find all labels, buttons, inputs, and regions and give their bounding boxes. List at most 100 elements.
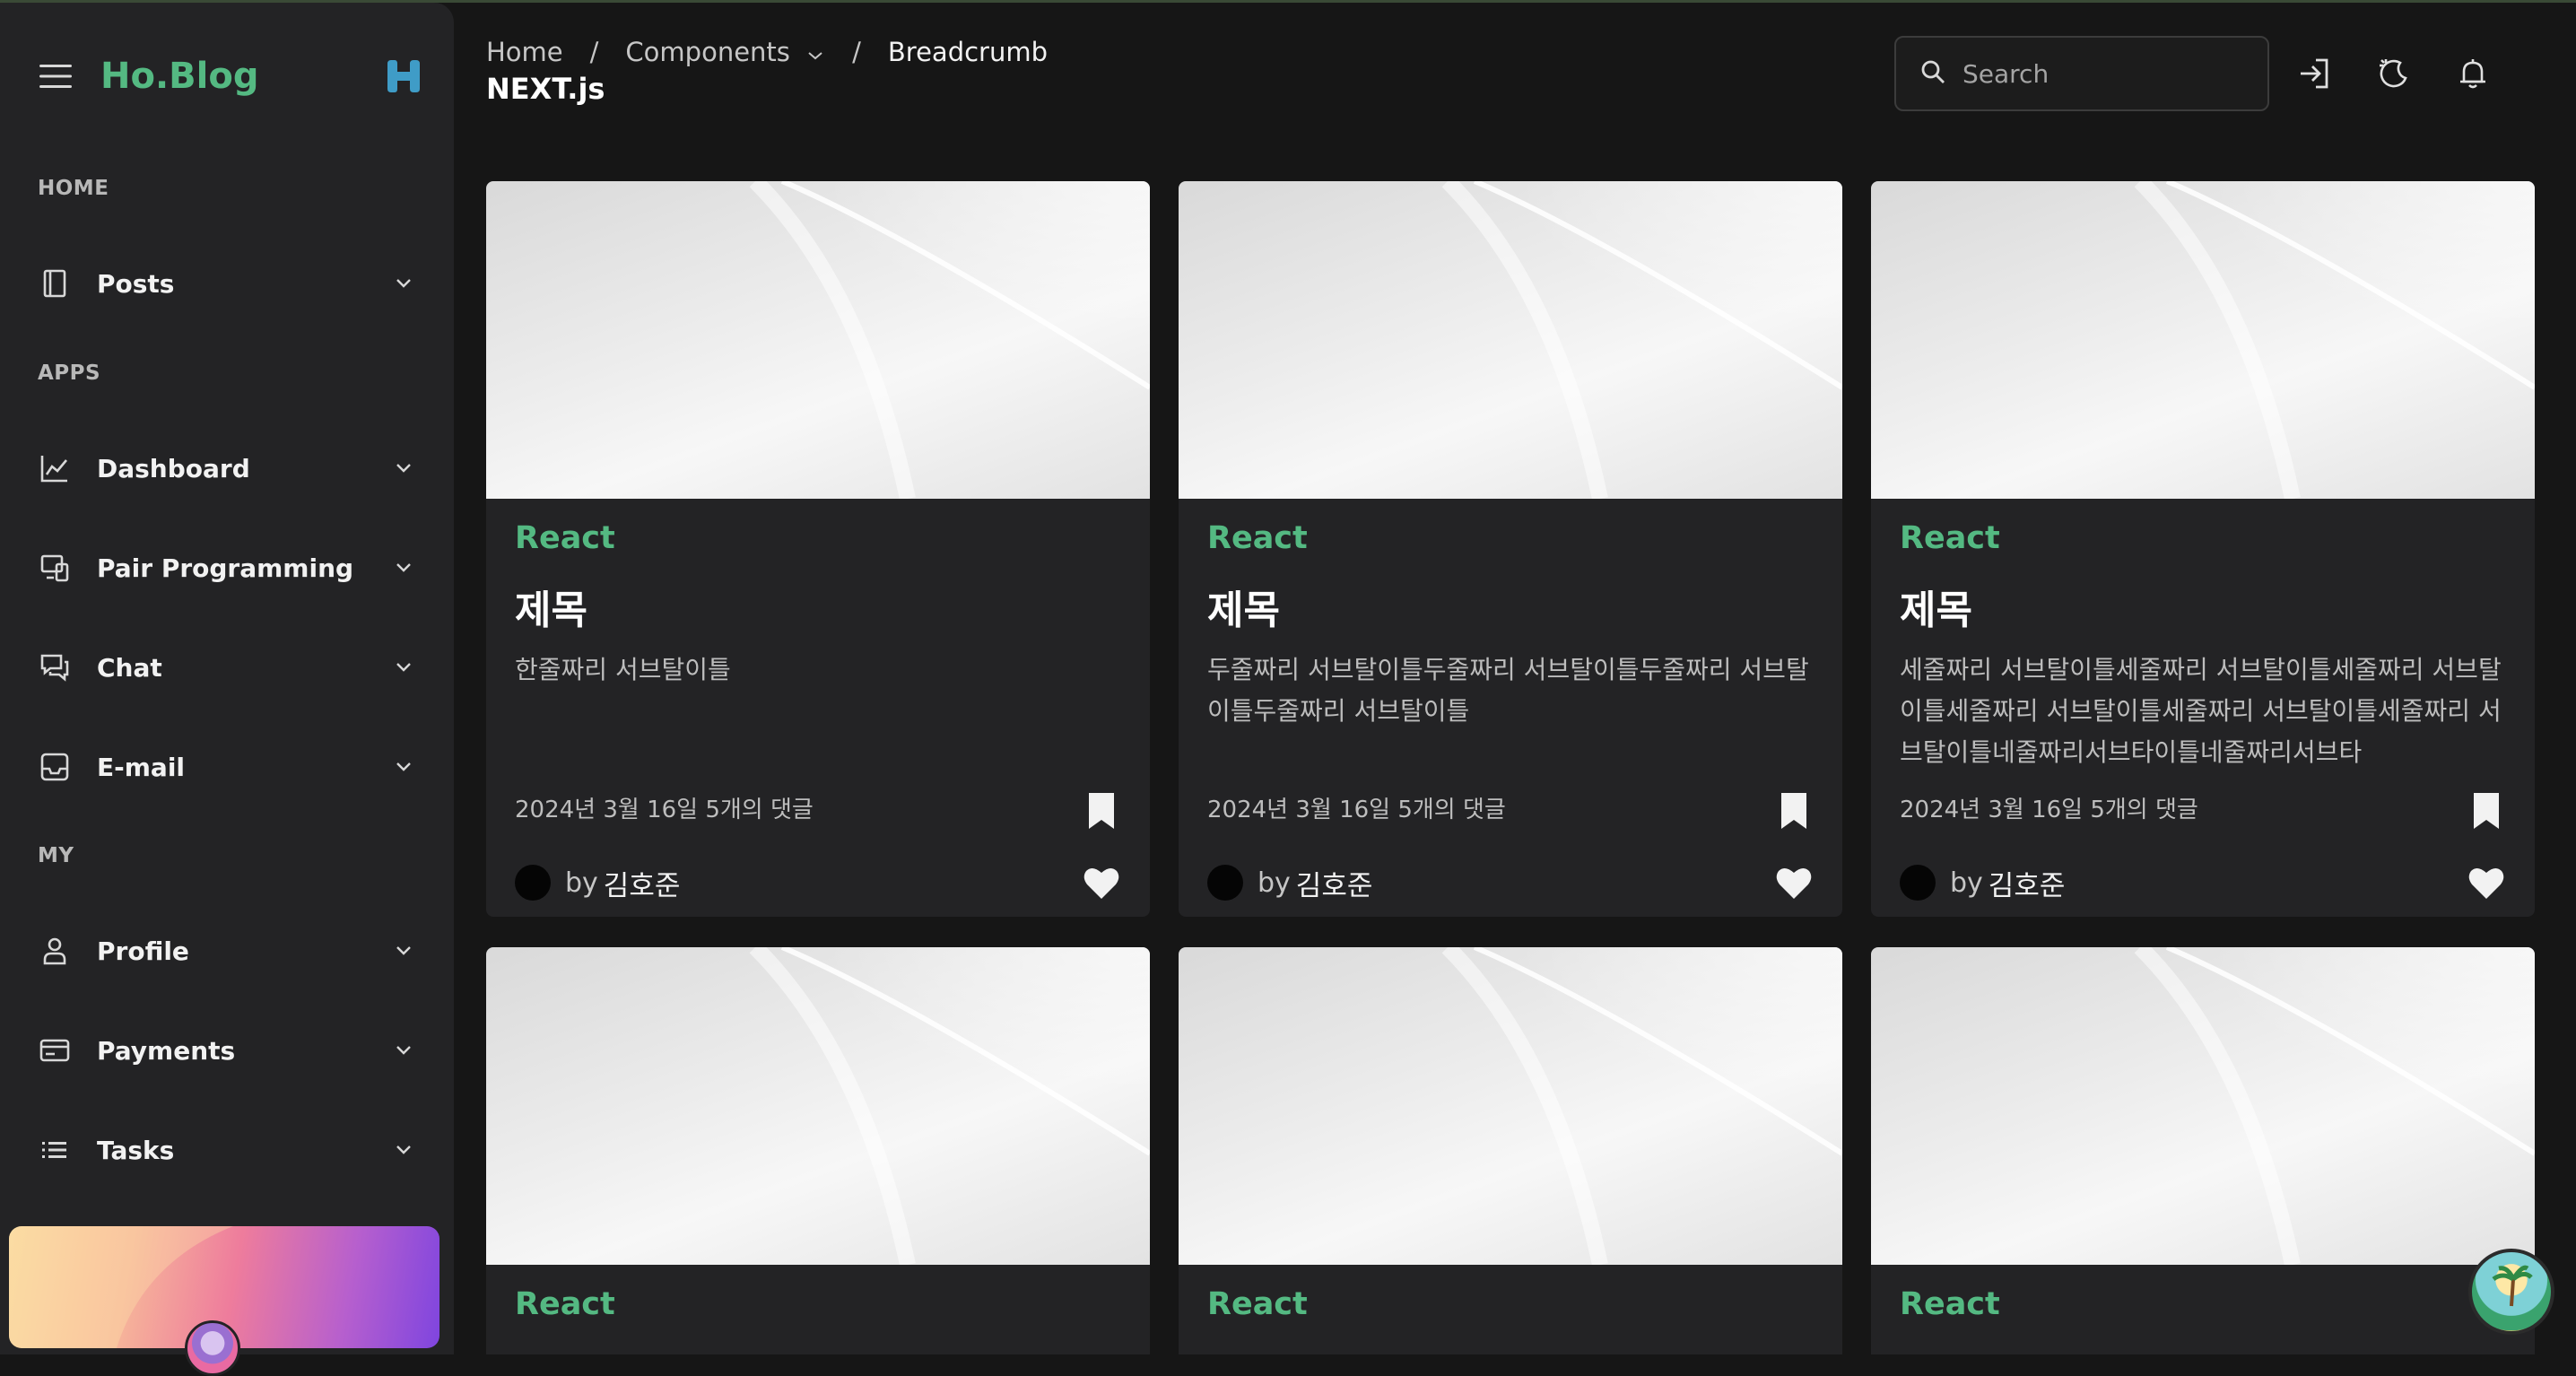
card-subtitle: 한줄짜리 서브탈이틀 bbox=[515, 655, 731, 684]
breadcrumb-separator: / bbox=[589, 37, 599, 67]
author-name: 김호준 bbox=[1295, 869, 1373, 902]
floating-assistant-button[interactable] bbox=[2468, 1249, 2554, 1335]
card-thumbnail[interactable] bbox=[1179, 181, 1842, 499]
sidebar-item-posts[interactable]: Posts bbox=[38, 252, 414, 315]
card-author[interactable]: by 김호준 bbox=[1207, 861, 1372, 904]
sidebar-item-label: Tasks bbox=[97, 1135, 175, 1165]
sidebar-item-label: Chat bbox=[97, 652, 162, 683]
author-prefix: by bbox=[1950, 867, 1983, 899]
post-card[interactable]: React 제목 두줄짜리 서브탈이틀두줄짜리 서브탈이틀두줄짜리 서브탈이틀두… bbox=[1179, 181, 1842, 917]
card-meta: 2024년 3월 16일 5개의 댓글 bbox=[515, 797, 814, 823]
card-meta: 2024년 3월 16일 5개의 댓글 bbox=[1207, 797, 1506, 823]
card-author[interactable]: by 김호준 bbox=[1900, 861, 2065, 904]
section-label-home: HOME bbox=[38, 177, 109, 200]
bookmark-icon[interactable] bbox=[2470, 791, 2502, 831]
chevron-down-icon bbox=[393, 940, 414, 962]
card-category[interactable]: React bbox=[515, 1286, 615, 1322]
credit-card-icon bbox=[38, 1033, 72, 1067]
chevron-down-icon bbox=[393, 1040, 414, 1061]
card-author[interactable]: by 김호준 bbox=[515, 861, 680, 904]
bookmark-icon[interactable] bbox=[1778, 791, 1810, 831]
hamburger-menu-icon[interactable] bbox=[38, 58, 74, 94]
sidebar-item-profile[interactable]: Profile bbox=[38, 919, 414, 982]
breadcrumb-components-label: Components bbox=[625, 37, 790, 67]
author-name: 김호준 bbox=[603, 869, 681, 902]
brand-name[interactable]: Ho.Blog bbox=[100, 56, 258, 97]
post-card[interactable]: React bbox=[486, 947, 1150, 1354]
author-prefix: by bbox=[565, 867, 598, 899]
avatar bbox=[1207, 865, 1243, 901]
devices-icon bbox=[38, 551, 72, 585]
chat-icon bbox=[38, 650, 72, 684]
chevron-down-icon bbox=[393, 273, 414, 294]
card-thumbnail[interactable] bbox=[486, 181, 1150, 499]
breadcrumb-components[interactable]: Components bbox=[625, 37, 825, 67]
search-box[interactable] bbox=[1894, 36, 2269, 111]
post-card[interactable]: React bbox=[1179, 947, 1842, 1354]
card-title[interactable]: 제목 bbox=[1207, 578, 1280, 635]
card-category[interactable]: React bbox=[1900, 520, 2000, 556]
post-card[interactable]: React 제목 한줄짜리 서브탈이틀 2024년 3월 16일 5개의 댓글 … bbox=[486, 181, 1150, 917]
book-icon bbox=[38, 266, 72, 300]
sidebar-item-label: Payments bbox=[97, 1035, 236, 1066]
sidebar-item-dashboard[interactable]: Dashboard bbox=[38, 437, 414, 500]
sidebar-item-email[interactable]: E-mail bbox=[38, 736, 414, 798]
theme-toggle-icon[interactable] bbox=[2371, 52, 2415, 95]
brand-row: Ho.Blog bbox=[38, 49, 423, 103]
heart-icon[interactable] bbox=[1082, 863, 1121, 902]
sidebar-item-payments[interactable]: Payments bbox=[38, 1019, 414, 1082]
sidebar-item-label: Posts bbox=[97, 268, 175, 299]
chart-line-icon bbox=[38, 451, 72, 485]
card-subtitle: 두줄짜리 서브탈이틀두줄짜리 서브탈이틀두줄짜리 서브탈이틀두줄짜리 서브탈이틀 bbox=[1207, 655, 1809, 726]
bookmark-icon[interactable] bbox=[1085, 791, 1118, 831]
heart-icon[interactable] bbox=[2467, 863, 2506, 902]
card-thumbnail[interactable] bbox=[486, 947, 1150, 1265]
bell-icon[interactable] bbox=[2451, 52, 2494, 95]
card-thumbnail[interactable] bbox=[1871, 947, 2535, 1265]
search-input[interactable] bbox=[1962, 58, 2250, 89]
card-category[interactable]: React bbox=[1207, 1286, 1308, 1322]
sidebar-item-tasks[interactable]: Tasks bbox=[38, 1119, 414, 1181]
breadcrumb-home[interactable]: Home bbox=[486, 37, 563, 67]
card-subtitle: 세줄짜리 서브탈이틀세줄짜리 서브탈이틀세줄짜리 서브탈이틀세줄짜리 서브탈이틀… bbox=[1900, 655, 2502, 767]
card-category[interactable]: React bbox=[1207, 520, 1308, 556]
card-title[interactable]: 제목 bbox=[515, 578, 587, 635]
avatar bbox=[1900, 865, 1936, 901]
login-icon[interactable] bbox=[2293, 52, 2336, 95]
card-meta: 2024년 3월 16일 5개의 댓글 bbox=[1900, 797, 2198, 823]
h-logo-icon[interactable] bbox=[384, 57, 423, 96]
author-name: 김호준 bbox=[1988, 869, 2066, 902]
promo-avatar[interactable] bbox=[185, 1320, 240, 1376]
avatar bbox=[515, 865, 551, 901]
section-label-my: MY bbox=[38, 844, 74, 867]
card-thumbnail[interactable] bbox=[1179, 947, 1842, 1265]
page-title: NEXT.js bbox=[486, 72, 605, 106]
section-label-apps: APPS bbox=[38, 361, 101, 385]
sidebar-item-label: Pair Programming bbox=[97, 553, 354, 583]
breadcrumb: Home / Components / Breadcrumb bbox=[486, 34, 1048, 70]
chevron-down-icon bbox=[393, 1139, 414, 1161]
breadcrumb-current: Breadcrumb bbox=[887, 37, 1049, 67]
card-thumbnail[interactable] bbox=[1871, 181, 2535, 499]
user-icon bbox=[38, 934, 72, 968]
sidebar: Ho.Blog HOME Posts APPS Dashboard Pair P… bbox=[0, 3, 454, 1354]
post-card[interactable]: React 제목 세줄짜리 서브탈이틀세줄짜리 서브탈이틀세줄짜리 서브탈이틀세… bbox=[1871, 181, 2535, 917]
sidebar-item-label: E-mail bbox=[97, 752, 186, 782]
chevron-down-icon bbox=[393, 457, 414, 479]
sidebar-item-label: Dashboard bbox=[97, 453, 250, 483]
chevron-down-icon bbox=[807, 48, 825, 65]
chevron-down-icon bbox=[393, 657, 414, 678]
chevron-down-icon bbox=[393, 756, 414, 778]
card-title[interactable]: 제목 bbox=[1900, 578, 1972, 635]
list-icon bbox=[38, 1133, 72, 1167]
post-card[interactable]: React bbox=[1871, 947, 2535, 1354]
chevron-down-icon bbox=[393, 557, 414, 579]
card-category[interactable]: React bbox=[1900, 1286, 2000, 1322]
sidebar-item-chat[interactable]: Chat bbox=[38, 636, 414, 699]
sidebar-item-pair-programming[interactable]: Pair Programming bbox=[38, 536, 414, 599]
author-prefix: by bbox=[1258, 867, 1291, 899]
inbox-icon bbox=[38, 750, 72, 784]
heart-icon[interactable] bbox=[1774, 863, 1814, 902]
breadcrumb-separator: / bbox=[852, 37, 861, 67]
card-category[interactable]: React bbox=[515, 520, 615, 556]
